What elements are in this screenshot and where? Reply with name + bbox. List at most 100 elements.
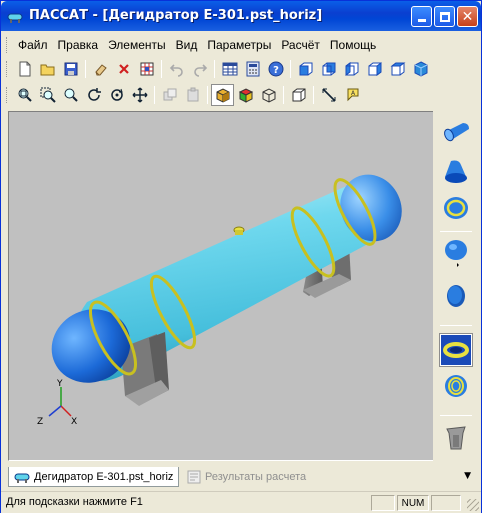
status-num: NUM (397, 495, 429, 511)
status-bar: Для подсказки нажмите F1 NUM (1, 491, 481, 513)
close-icon: ✕ (461, 8, 474, 25)
top-nozzle (233, 226, 245, 235)
menu-grip[interactable] (6, 37, 9, 53)
save-button[interactable] (59, 58, 82, 80)
toolbar-separator (161, 60, 162, 78)
model-viewport[interactable]: Y Z X (8, 111, 433, 461)
view-right-button[interactable] (363, 58, 386, 80)
menu-bar: Файл Правка Элементы Вид Параметры Расчё… (4, 34, 479, 56)
color-view-button[interactable] (234, 84, 257, 106)
grid-button[interactable] (135, 58, 158, 80)
dimension-button[interactable] (317, 84, 340, 106)
app-window: ПАССАТ - [Дегидратор Е-301.pst_horiz] ✕ … (0, 0, 482, 513)
label-icon: A (347, 88, 358, 102)
toolbar-grip[interactable] (6, 87, 9, 103)
calculator-icon (246, 61, 259, 77)
elliptic-head-button[interactable] (439, 235, 473, 269)
resize-grip[interactable] (467, 499, 479, 511)
copy-disabled-icon (163, 88, 176, 101)
view-left-button[interactable] (340, 58, 363, 80)
saddle-support-icon (446, 426, 466, 450)
menu-view[interactable]: Вид (171, 38, 203, 52)
wire-view-button[interactable] (257, 84, 280, 106)
rotate-icon (87, 88, 101, 101)
flat-head-button[interactable] (439, 281, 473, 315)
toolbar-grip[interactable] (6, 61, 9, 77)
tab-model-label: Дегидратор Е-301.pst_horiz (34, 470, 174, 483)
eraser-icon (94, 64, 107, 76)
menu-file[interactable]: Файл (13, 38, 53, 52)
tab-list-arrow-icon[interactable]: ▼ (464, 471, 471, 481)
toolbar-separator (207, 86, 208, 104)
zoom-window-icon (40, 87, 56, 103)
minimize-button[interactable] (411, 6, 432, 27)
label-button[interactable]: A (340, 84, 363, 106)
view-top-button[interactable] (386, 58, 409, 80)
vessel-model: Y Z X (37, 174, 402, 427)
view-back-button[interactable] (317, 58, 340, 80)
nozzle-ring-button[interactable] (439, 191, 473, 225)
box-view-button[interactable] (287, 84, 310, 106)
zoom-fit-button[interactable] (13, 84, 36, 106)
erase-button[interactable] (89, 58, 112, 80)
toolbar-separator (85, 60, 86, 78)
shaded-view-button[interactable] (211, 84, 234, 106)
delete-icon (118, 64, 129, 74)
status-cell-scrl (431, 495, 461, 511)
toolbar-separator (214, 60, 215, 78)
delete-button[interactable] (112, 58, 135, 80)
view-front-button[interactable] (294, 58, 317, 80)
rotate-axis-icon (110, 88, 123, 101)
pan-icon (132, 87, 147, 103)
open-button[interactable] (36, 58, 59, 80)
stiffener-ring-icon (441, 335, 471, 365)
stiffener-ring-button[interactable] (439, 333, 473, 367)
undo-button (165, 58, 188, 80)
svg-text:?: ? (273, 65, 279, 76)
saddle-support-button[interactable] (439, 421, 473, 455)
maximize-button[interactable] (434, 6, 455, 27)
menu-elements[interactable]: Элементы (103, 38, 171, 52)
view-iso-button[interactable] (409, 58, 432, 80)
toolbar-separator (313, 86, 314, 104)
help-icon: ? (268, 61, 283, 77)
table-icon (222, 62, 237, 76)
close-button[interactable]: ✕ (457, 6, 478, 27)
menu-calculation[interactable]: Расчёт (276, 38, 325, 52)
nozzle-ring-icon (444, 197, 468, 219)
flange-button[interactable] (439, 371, 473, 405)
zoom-window-button[interactable] (36, 84, 59, 106)
zoom-button[interactable] (59, 84, 82, 106)
status-hint: Для подсказки нажмите F1 (6, 496, 143, 508)
flat-head-icon (447, 285, 465, 307)
redo-icon (193, 64, 207, 77)
grid-icon (140, 62, 153, 76)
menu-parameters[interactable]: Параметры (202, 38, 276, 52)
table-button[interactable] (218, 58, 241, 80)
paste-disabled-icon (187, 87, 198, 102)
window-title: ПАССАТ - [Дегидратор Е-301.pst_horiz] (29, 8, 323, 23)
minimize-icon (417, 19, 426, 22)
rotate-axis-button[interactable] (105, 84, 128, 106)
standard-toolbar: ? (4, 57, 432, 81)
tab-results[interactable]: Результаты расчета (182, 467, 311, 487)
maximize-icon (439, 11, 450, 22)
flange-icon (445, 375, 467, 397)
new-button[interactable] (13, 58, 36, 80)
view-toolbar: A (4, 83, 363, 107)
cylinder-shell-button[interactable] (439, 117, 473, 151)
cylinder-shell-icon (444, 123, 469, 142)
help-button[interactable]: ? (264, 58, 287, 80)
menu-edit[interactable]: Правка (53, 38, 104, 52)
view-front-icon (299, 62, 312, 76)
title-bar[interactable]: ПАССАТ - [Дегидратор Е-301.pst_horiz] ✕ (1, 1, 481, 31)
tab-model[interactable]: Дегидратор Е-301.pst_horiz (8, 467, 180, 487)
elliptic-head-icon (445, 240, 467, 267)
pan-button[interactable] (128, 84, 151, 106)
menu-help[interactable]: Помощь (325, 38, 381, 52)
cone-shell-button[interactable] (439, 155, 473, 189)
rotate-button[interactable] (82, 84, 105, 106)
app-icon (7, 13, 23, 23)
calculate-button[interactable] (241, 58, 264, 80)
copy-view-button (158, 84, 181, 106)
